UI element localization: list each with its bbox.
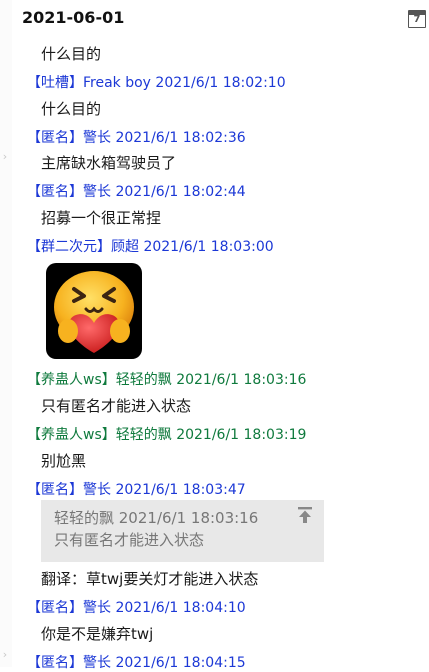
calendar-icon-day: 7	[413, 14, 421, 25]
chevron-right-icon: ›	[2, 648, 8, 661]
message-text: 只有匿名才能进入状态	[41, 397, 192, 415]
quote-text: 只有匿名才能进入状态	[54, 531, 205, 549]
message-text: 什么目的	[41, 100, 102, 118]
chevron-right-icon: ›	[2, 150, 8, 163]
message-text: 什么目的	[41, 45, 102, 63]
message-meta: 【匿名】警长 2021/6/1 18:04:10	[27, 600, 246, 616]
calendar-icon[interactable]: 7	[408, 10, 426, 28]
message-meta: 【匿名】警长 2021/6/1 18:04:15	[27, 655, 246, 671]
quoted-message[interactable]: 轻轻的飘 2021/6/1 18:03:16 只有匿名才能进入状态	[41, 500, 324, 562]
message-text: 翻译：草twj要关灯才能进入状态	[41, 570, 259, 588]
message-meta: 【吐槽】Freak boy 2021/6/1 18:02:10	[27, 75, 286, 91]
message-text: 你是不是嫌弃twj	[41, 625, 154, 643]
date-header: 2021-06-01	[22, 8, 125, 27]
left-gutter: › ›	[0, 0, 12, 667]
heart-hug-emoji-icon	[54, 271, 134, 353]
jump-to-top-icon[interactable]	[296, 506, 314, 524]
message-text: 别尬黑	[41, 452, 87, 470]
message-meta: 【养蛊人ws】轻轻的飘 2021/6/1 18:03:19	[27, 427, 307, 443]
message-meta: 【养蛊人ws】轻轻的飘 2021/6/1 18:03:16	[27, 372, 307, 388]
message-text: 主席缺水箱驾驶员了	[41, 154, 177, 172]
sticker-image[interactable]	[46, 263, 142, 359]
message-text: 招募一个很正常捏	[41, 209, 162, 227]
message-meta: 【匿名】警长 2021/6/1 18:02:36	[27, 130, 246, 146]
message-meta: 【匿名】警长 2021/6/1 18:03:47	[27, 482, 246, 498]
quote-author: 轻轻的飘 2021/6/1 18:03:16	[54, 509, 259, 527]
message-meta: 【匿名】警长 2021/6/1 18:02:44	[27, 184, 246, 200]
message-meta: 【群二次元】顾超 2021/6/1 18:03:00	[27, 239, 274, 255]
